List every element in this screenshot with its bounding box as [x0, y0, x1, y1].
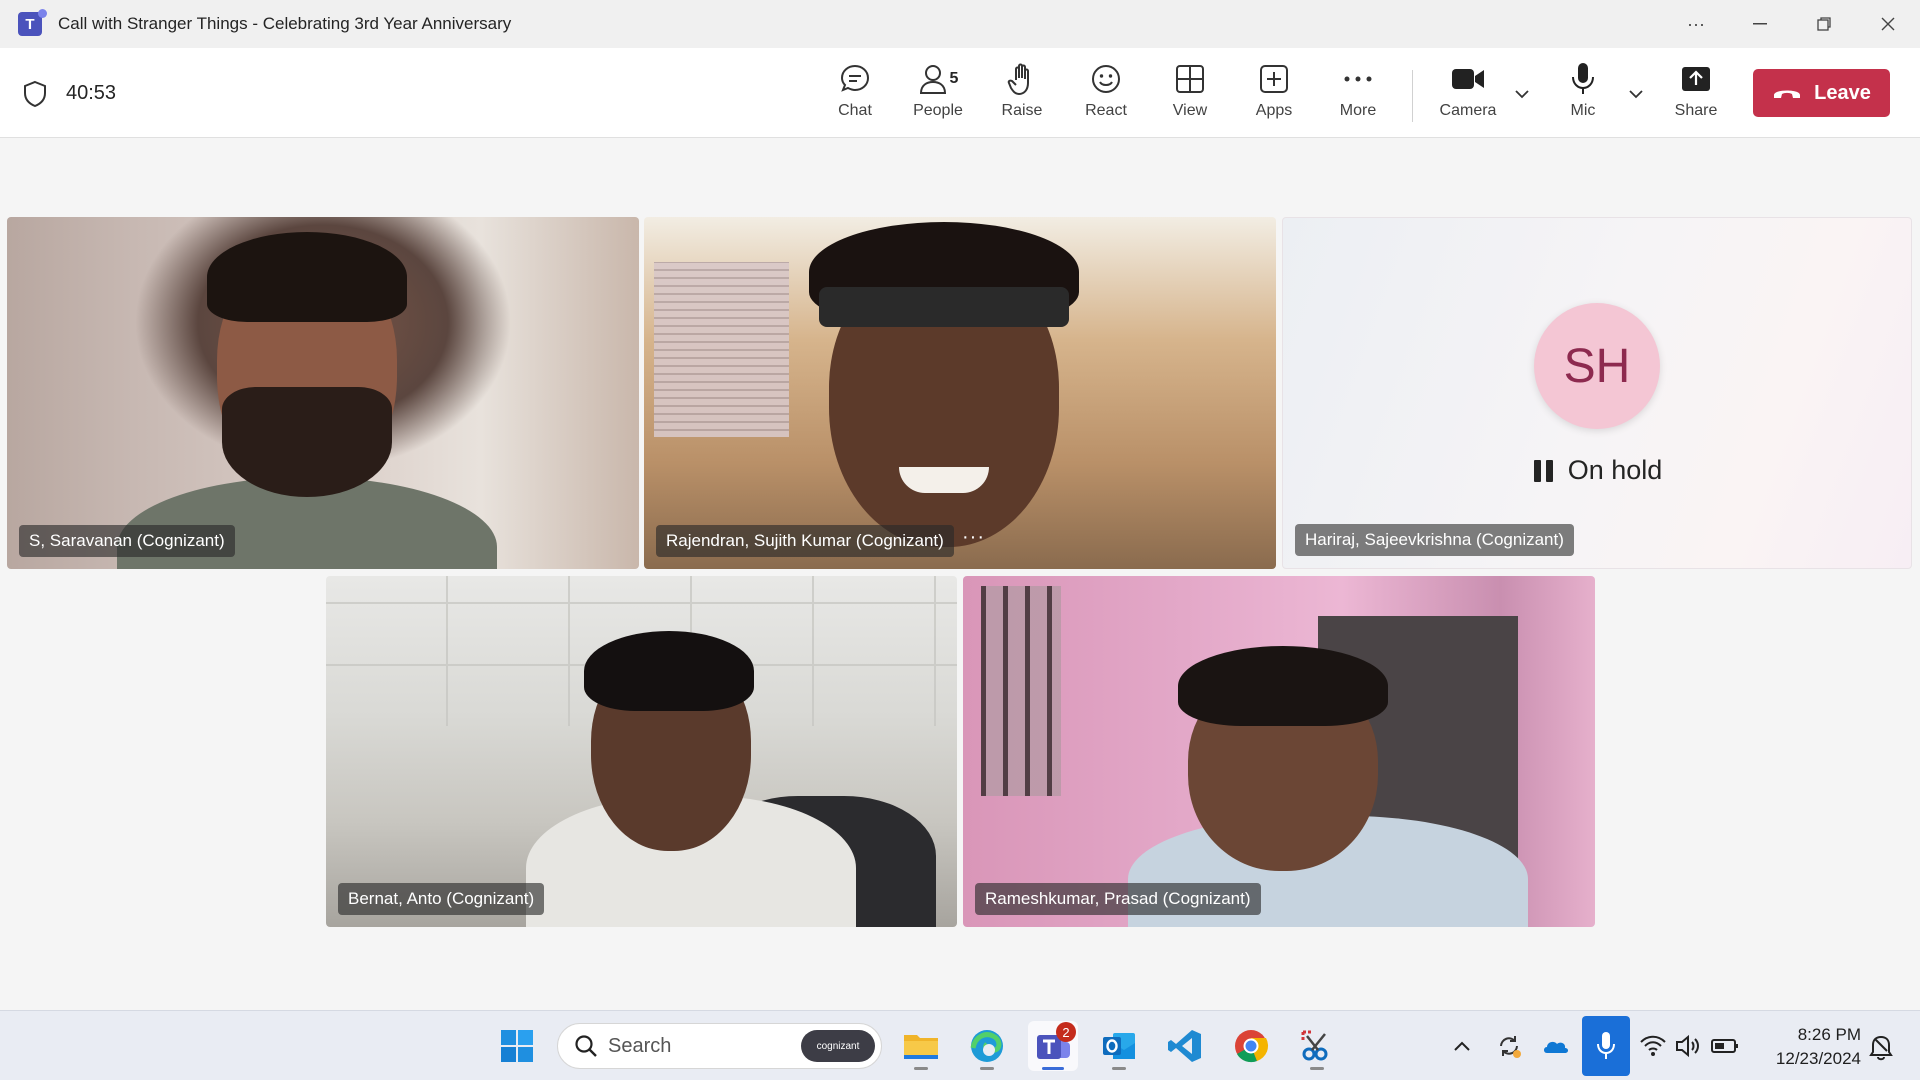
restore-button[interactable] — [1792, 0, 1856, 48]
participant-name: Rameshkumar, Prasad (Cognizant) — [975, 883, 1261, 915]
camera-icon — [1452, 69, 1484, 89]
participant-name: Rajendran, Sujith Kumar (Cognizant) — [656, 525, 954, 557]
participant-more-icon[interactable]: ··· — [962, 526, 985, 549]
mic-in-use-icon — [1597, 1032, 1615, 1059]
onedrive-icon[interactable] — [1541, 1031, 1571, 1061]
pause-icon — [1533, 459, 1554, 482]
chat-icon — [840, 64, 870, 92]
teams-logo-icon: T — [18, 9, 47, 36]
mic-label: Mic — [1570, 102, 1596, 119]
vscode-icon — [1168, 1030, 1201, 1062]
chevron-up-icon[interactable] — [1447, 1031, 1477, 1061]
taskbar: Search cognizant 2 8:26 PM 12/23/2024 — [0, 1010, 1920, 1080]
video-tile-sujith[interactable]: Rajendran, Sujith Kumar (Cognizant) ··· — [644, 217, 1276, 569]
clock-date: 12/23/2024 — [1775, 1049, 1861, 1068]
on-hold-status: On hold — [1283, 455, 1911, 486]
close-button[interactable] — [1856, 0, 1920, 48]
meeting-timer: 40:53 — [66, 82, 117, 104]
grid-icon — [1176, 65, 1204, 93]
people-button[interactable]: 5 People — [899, 60, 977, 130]
hang-up-icon — [1774, 90, 1801, 98]
chrome-icon — [1235, 1030, 1269, 1063]
apps-button[interactable]: Apps — [1235, 60, 1313, 130]
mic-icon — [1572, 63, 1594, 94]
ellipsis-icon — [1344, 76, 1372, 82]
meeting-toolbar: 40:53 Chat 5 People Raise React View App… — [0, 48, 1920, 138]
participant-video — [981, 586, 1061, 796]
search-highlight-badge: cognizant — [801, 1030, 875, 1062]
start-button[interactable] — [492, 1021, 542, 1071]
people-label: People — [913, 102, 963, 119]
react-button[interactable]: React — [1067, 60, 1145, 130]
vscode-button[interactable] — [1160, 1021, 1210, 1071]
plus-square-icon — [1260, 65, 1288, 93]
outlook-button[interactable] — [1094, 1021, 1144, 1071]
snipping-tool-button[interactable] — [1292, 1021, 1342, 1071]
chat-label: Chat — [838, 102, 872, 119]
react-label: React — [1085, 102, 1127, 119]
wifi-icon[interactable] — [1638, 1031, 1668, 1061]
raise-hand-button[interactable]: Raise — [983, 60, 1061, 130]
shield-icon — [24, 80, 46, 108]
window-title: Call with Stranger Things - Celebrating … — [58, 14, 512, 33]
participant-name: S, Saravanan (Cognizant) — [19, 525, 235, 557]
leave-label: Leave — [1814, 81, 1871, 104]
minimize-button[interactable] — [1728, 0, 1792, 48]
smiley-icon — [1092, 65, 1120, 93]
mic-button[interactable]: Mic — [1544, 60, 1622, 130]
share-button[interactable]: Share — [1657, 60, 1735, 130]
edge-icon — [970, 1030, 1003, 1062]
participant-video — [654, 262, 789, 437]
file-explorer-button[interactable] — [896, 1021, 946, 1071]
title-bar: T Call with Stranger Things - Celebratin… — [0, 0, 1920, 48]
search-label: Search — [608, 1034, 672, 1057]
window-controls: ··· — [1664, 0, 1920, 48]
video-tile-sajeevkrishna[interactable]: SH On hold Hariraj, Sajeevkrishna (Cogni… — [1282, 217, 1912, 569]
view-button[interactable]: View — [1151, 60, 1229, 130]
hand-icon — [1007, 63, 1029, 95]
video-tile-prasad[interactable]: Rameshkumar, Prasad (Cognizant) — [963, 576, 1595, 927]
system-clock[interactable]: 8:26 PM 12/23/2024 — [1755, 1023, 1861, 1071]
leave-button[interactable]: Leave — [1753, 69, 1890, 117]
file-explorer-icon — [904, 1035, 938, 1059]
share-label: Share — [1674, 102, 1718, 119]
mic-in-use-indicator[interactable] — [1582, 1016, 1630, 1076]
participant-name: Hariraj, Sajeevkrishna (Cognizant) — [1295, 524, 1574, 556]
chat-button[interactable]: Chat — [816, 60, 894, 130]
outlook-icon — [1103, 1033, 1135, 1059]
share-icon — [1682, 67, 1710, 91]
apps-label: Apps — [1255, 102, 1293, 119]
taskbar-search[interactable]: Search cognizant — [557, 1023, 882, 1069]
windows-start-icon — [501, 1030, 533, 1062]
battery-icon[interactable] — [1710, 1031, 1740, 1061]
people-icon — [919, 65, 946, 94]
camera-label: Camera — [1439, 102, 1497, 119]
more-label: More — [1339, 102, 1377, 119]
teams-button[interactable]: 2 — [1028, 1021, 1078, 1071]
view-label: View — [1172, 102, 1208, 119]
toolbar-divider — [1412, 70, 1413, 122]
camera-button[interactable]: Camera — [1429, 60, 1507, 130]
more-options-icon[interactable]: ··· — [1664, 0, 1728, 48]
volume-icon[interactable] — [1673, 1031, 1703, 1061]
chrome-button[interactable] — [1226, 1021, 1276, 1071]
notification-bell-icon[interactable] — [1868, 1033, 1894, 1061]
search-icon — [575, 1035, 597, 1057]
video-tile-saravanan[interactable]: S, Saravanan (Cognizant) — [7, 217, 639, 569]
participant-name: Bernat, Anto (Cognizant) — [338, 883, 545, 915]
mic-options-chevron-icon[interactable] — [1626, 84, 1646, 104]
more-button[interactable]: More — [1319, 60, 1397, 130]
snipping-tool-icon — [1301, 1030, 1328, 1061]
edge-button[interactable] — [962, 1021, 1012, 1071]
sync-icon[interactable] — [1494, 1031, 1524, 1061]
on-hold-label: On hold — [1567, 455, 1663, 485]
people-count: 5 — [949, 70, 959, 87]
avatar: SH — [1534, 303, 1660, 429]
teams-notification-badge: 2 — [1056, 1022, 1076, 1042]
camera-options-chevron-icon[interactable] — [1512, 84, 1532, 104]
raise-label: Raise — [1001, 102, 1043, 119]
video-tile-anto[interactable]: Bernat, Anto (Cognizant) — [326, 576, 957, 927]
clock-time: 8:26 PM — [1797, 1025, 1861, 1044]
